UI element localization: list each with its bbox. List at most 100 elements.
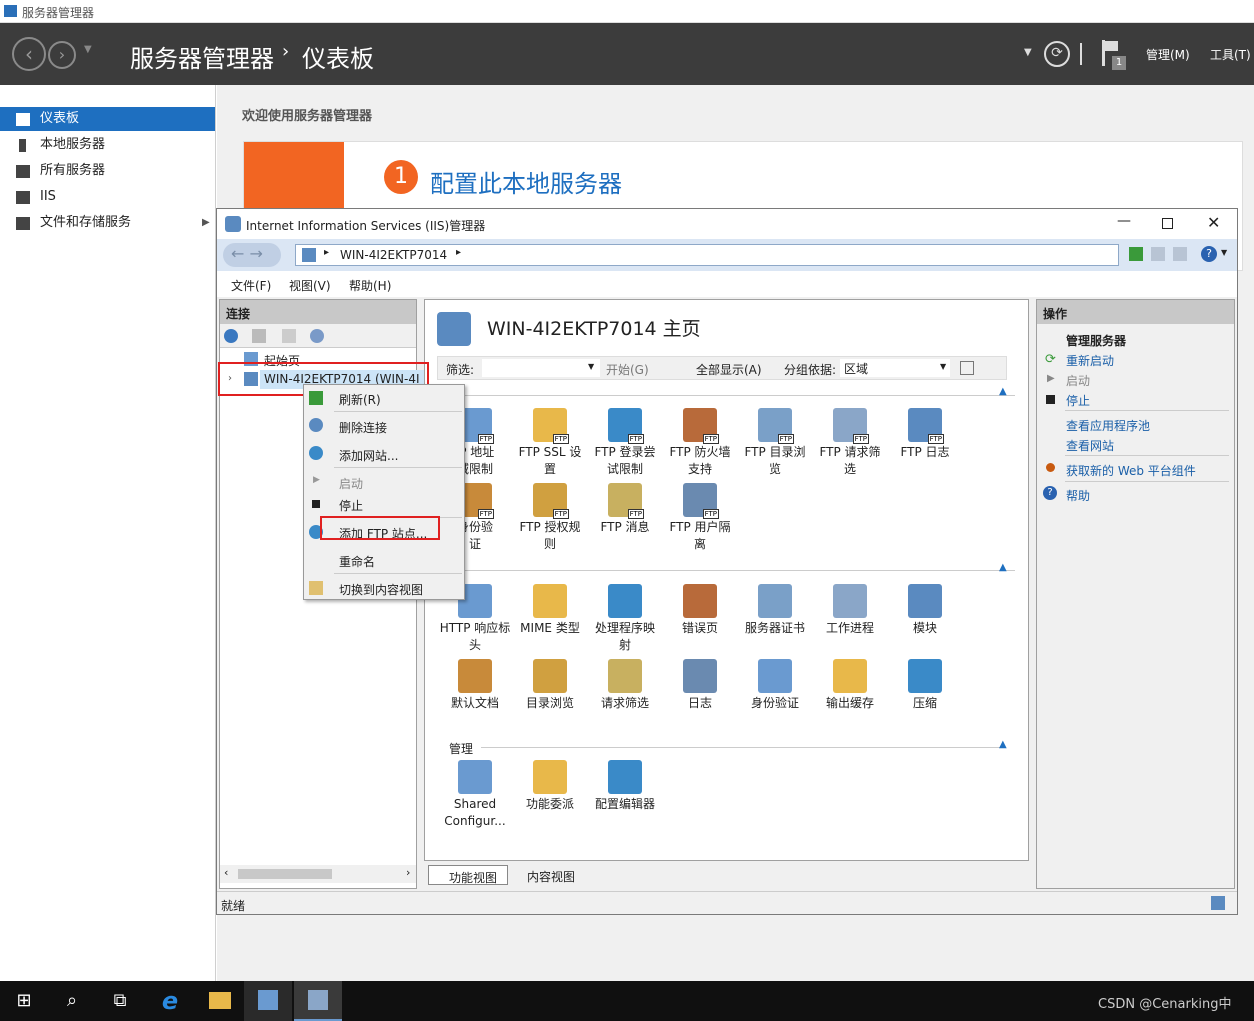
- feature-shared-config[interactable]: Shared Configur...: [437, 760, 513, 830]
- notifications-flag-icon[interactable]: 1: [1100, 38, 1126, 70]
- feature-handler[interactable]: 处理程序映 射: [587, 584, 663, 654]
- sidebar-item-local-server[interactable]: 本地服务器: [0, 133, 215, 157]
- action-start[interactable]: 启动: [1066, 372, 1090, 389]
- add-site-icon: [309, 446, 323, 460]
- forward-button[interactable]: ›: [48, 41, 76, 69]
- action-get-web-components[interactable]: 获取新的 Web 平台组件: [1066, 462, 1196, 479]
- feature-dir-browse[interactable]: 目录浏览: [512, 659, 588, 712]
- action-view-sites[interactable]: 查看网站: [1066, 437, 1114, 454]
- feature-compress[interactable]: 压缩: [887, 659, 963, 712]
- feature-label: 目录浏览: [525, 696, 574, 710]
- stop-icon[interactable]: [1151, 247, 1165, 261]
- feature-cache[interactable]: 输出缓存: [812, 659, 888, 712]
- action-view-app-pools[interactable]: 查看应用程序池: [1066, 417, 1150, 434]
- task-view-icon[interactable]: ⧉: [96, 981, 144, 1021]
- collapse-icon[interactable]: ▲: [999, 739, 1007, 750]
- view-mode-icon[interactable]: [960, 361, 974, 375]
- menu-help[interactable]: 帮助(H): [349, 277, 391, 294]
- context-switch-content-view[interactable]: 切换到内容视图: [339, 581, 423, 598]
- file-explorer-icon[interactable]: [196, 981, 244, 1021]
- horizontal-scrollbar[interactable]: ‹ ›: [220, 865, 416, 883]
- home-icon[interactable]: [1173, 247, 1187, 261]
- server-manager-taskbar-icon[interactable]: [244, 981, 292, 1021]
- feature-ftp-logon[interactable]: FTP FTP 登录尝 试限制: [587, 408, 663, 478]
- tools-menu[interactable]: 工具(T): [1210, 46, 1251, 63]
- disconnect-icon: [309, 418, 323, 432]
- iis-manager-taskbar-icon[interactable]: [294, 981, 342, 1021]
- tab-content-view[interactable]: 内容视图: [527, 868, 575, 885]
- feature-log[interactable]: 日志: [662, 659, 738, 712]
- help-icon[interactable]: ?: [1201, 246, 1217, 262]
- manage-menu[interactable]: 管理(M): [1146, 46, 1190, 63]
- feature-ftp-log[interactable]: FTP FTP 日志: [887, 408, 963, 461]
- feature-ftp-isolation[interactable]: FTP FTP 用户隔 离: [662, 483, 738, 553]
- menu-file[interactable]: 文件(F): [231, 277, 271, 294]
- context-delete-connection[interactable]: 删除连接: [339, 419, 387, 436]
- minimize-button[interactable]: —: [1117, 213, 1131, 229]
- action-restart[interactable]: 重新启动: [1066, 352, 1114, 369]
- filter-input[interactable]: [482, 359, 600, 377]
- iis-back-forward-buttons[interactable]: ← →: [223, 243, 281, 267]
- feature-request-filter[interactable]: 请求筛选: [587, 659, 663, 712]
- feature-ftp-ssl[interactable]: FTP FTP SSL 设 置: [512, 408, 588, 478]
- history-dropdown-icon[interactable]: ▼: [84, 44, 92, 55]
- go-icon[interactable]: [1129, 247, 1143, 261]
- feature-worker[interactable]: 工作进程: [812, 584, 888, 637]
- sidebar-item-label: 本地服务器: [40, 137, 106, 152]
- feature-ftp-directory[interactable]: FTP FTP 目录浏 览: [737, 408, 813, 478]
- context-start[interactable]: 启动: [339, 475, 363, 492]
- configure-local-server-link[interactable]: 配置此本地服务器: [430, 164, 622, 199]
- sidebar-item-file-storage[interactable]: 文件和存储服务 ▶: [0, 211, 215, 235]
- feature-delegation[interactable]: 功能委派: [512, 760, 588, 813]
- menu-view[interactable]: 视图(V): [289, 277, 331, 294]
- feature-label: 错误页: [681, 621, 718, 635]
- disconnect-icon[interactable]: [310, 329, 324, 343]
- refresh-icon[interactable]: ⟳: [1044, 41, 1070, 67]
- filter-start-button[interactable]: 开始(G): [606, 361, 649, 378]
- feature-default-doc[interactable]: 默认文档: [437, 659, 513, 712]
- context-add-website[interactable]: 添加网站...: [339, 447, 398, 464]
- context-refresh[interactable]: 刷新(R): [339, 391, 381, 408]
- dropdown-icon[interactable]: ▼: [1024, 47, 1032, 58]
- feature-config-editor[interactable]: 配置编辑器: [587, 760, 663, 813]
- feature-module[interactable]: 模块: [887, 584, 963, 637]
- stop-icon: [312, 500, 320, 508]
- sidebar-item-iis[interactable]: IIS: [0, 185, 215, 209]
- feature-label: FTP 授权规 则: [519, 520, 581, 551]
- help-dropdown-icon[interactable]: ▼: [1221, 248, 1227, 257]
- feature-mime[interactable]: MIME 类型: [512, 584, 588, 637]
- up-icon[interactable]: [282, 329, 296, 343]
- group-by-select[interactable]: 区域 ▼: [840, 359, 950, 377]
- address-field[interactable]: ▸ WIN-4I2EKTP7014 ▸: [295, 244, 1119, 266]
- save-icon[interactable]: [252, 329, 266, 343]
- ie-icon[interactable]: e: [146, 981, 194, 1021]
- action-divider: [1065, 410, 1229, 411]
- sidebar-item-dashboard[interactable]: 仪表板: [0, 107, 215, 131]
- search-icon[interactable]: ⌕: [48, 981, 96, 1021]
- feature-ftp-message[interactable]: FTP FTP 消息: [587, 483, 663, 536]
- context-rename[interactable]: 重命名: [339, 553, 375, 570]
- feature-ftp-firewall[interactable]: FTP FTP 防火墙 支持: [662, 408, 738, 478]
- collapse-icon[interactable]: ▲: [999, 562, 1007, 573]
- action-stop[interactable]: 停止: [1066, 392, 1090, 409]
- back-button[interactable]: ‹: [12, 37, 46, 71]
- maximize-button[interactable]: [1162, 218, 1173, 229]
- connect-icon[interactable]: [224, 329, 238, 343]
- feature-ftp-authz[interactable]: FTP FTP 授权规 则: [512, 483, 588, 553]
- feature-ftp-request[interactable]: FTP FTP 请求筛 选: [812, 408, 888, 478]
- webpi-icon: [1046, 463, 1055, 472]
- collapse-icon[interactable]: ▲: [999, 386, 1007, 397]
- action-help[interactable]: 帮助: [1066, 487, 1090, 504]
- context-stop[interactable]: 停止: [339, 497, 363, 514]
- feature-auth[interactable]: 身份验证: [737, 659, 813, 712]
- scrollbar-thumb[interactable]: [238, 869, 332, 879]
- sidebar-item-all-servers[interactable]: 所有服务器: [0, 159, 215, 183]
- tab-features-view[interactable]: 功能视图: [428, 865, 508, 885]
- feature-error-page[interactable]: 错误页: [662, 584, 738, 637]
- filter-dropdown-icon[interactable]: ▼: [588, 362, 594, 371]
- start-button[interactable]: ⊞: [0, 981, 48, 1021]
- show-all-button[interactable]: 全部显示(A): [696, 361, 762, 378]
- close-button[interactable]: ✕: [1207, 213, 1220, 232]
- menu-separator: [334, 573, 462, 574]
- feature-certificate[interactable]: 服务器证书: [737, 584, 813, 637]
